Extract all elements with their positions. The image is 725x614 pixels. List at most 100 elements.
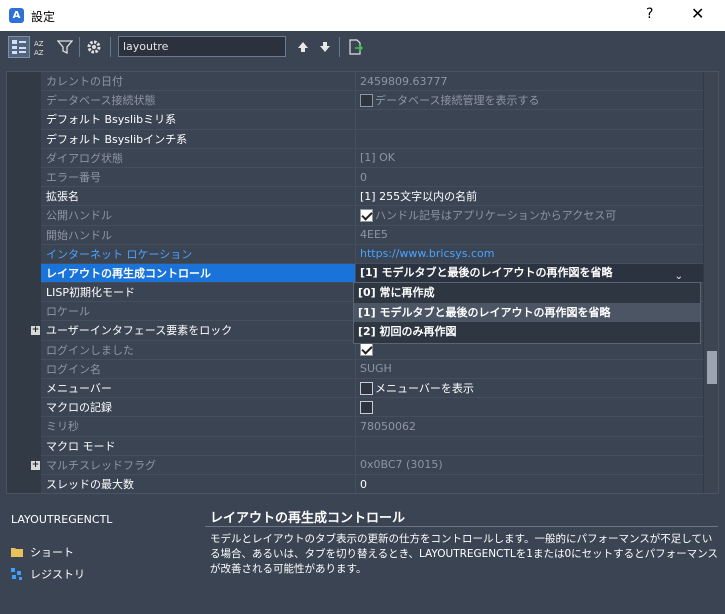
scrollbar-thumb[interactable] [707, 351, 717, 384]
property-value[interactable]: 0x0BC7 (3015) [355, 455, 703, 475]
property-row[interactable]: 公開ハンドル ハンドル記号はアプリケーションからアクセス可 [7, 206, 703, 226]
svg-text:AZ: AZ [34, 49, 44, 56]
property-name: ダイアログ状態 [41, 148, 355, 168]
row-gutter [7, 110, 41, 129]
property-name: マクロの記録 [41, 398, 355, 418]
property-value[interactable] [355, 398, 703, 418]
settings-button[interactable] [83, 36, 105, 58]
regen-mode-dropdown-list: [0] 常に再作成 [1] モデルタブと最後のレイアウトの再作図を省略 [2] 初回… [353, 282, 701, 344]
property-value-text: 2459809.63777 [360, 74, 448, 88]
search-prev-button[interactable] [292, 36, 314, 58]
expand-icon[interactable]: + [31, 460, 40, 470]
row-gutter [7, 245, 41, 264]
property-value[interactable]: メニューバーを表示 [355, 379, 703, 399]
property-name: ログインしました [41, 340, 355, 360]
property-value[interactable]: 78050062 [355, 417, 703, 437]
property-value[interactable] [355, 436, 703, 456]
property-value[interactable]: [1] モデルタブと最後のレイアウトの再作図を省略 ⌄ [355, 263, 703, 284]
property-name: 公開ハンドル [41, 206, 355, 226]
property-value[interactable] [355, 129, 703, 149]
property-row[interactable]: + マルチスレッドフラグ 0x0BC7 (3015) [7, 455, 703, 475]
row-gutter: + [7, 321, 41, 340]
export-document-icon [349, 39, 363, 55]
property-value[interactable]: 0 [355, 474, 703, 493]
search-input[interactable] [118, 36, 286, 57]
help-button[interactable]: ? [646, 6, 653, 22]
property-value[interactable]: SUGH [355, 359, 703, 379]
dropdown-option[interactable]: [0] 常に再作成 [354, 283, 700, 303]
toolbar: AZ AZ [0, 31, 725, 63]
checkbox[interactable] [360, 93, 373, 107]
property-value[interactable] [355, 110, 703, 130]
property-row[interactable]: エラー番号 0 [7, 167, 703, 188]
command-name: LAYOUTREGENCTL [11, 513, 113, 526]
property-row[interactable]: ログイン名 SUGH [7, 359, 703, 379]
property-value[interactable]: 0 [355, 167, 703, 188]
property-row[interactable]: デフォルト Bsyslibミリ系 [7, 110, 703, 130]
property-value[interactable]: [1] OK [355, 148, 703, 168]
title-bar: A 設定 ? ✕ [0, 0, 725, 31]
property-value-text: [1] OK [360, 151, 395, 165]
row-gutter [7, 206, 41, 225]
property-row[interactable]: 拡張名 [1] 255文字以内の名前 [7, 187, 703, 207]
property-row[interactable]: レイアウトの再生成コントロール [1] モデルタブと最後のレイアウトの再作図を省略… [7, 263, 703, 284]
description-title: レイアウトの再生成コントロール [210, 511, 406, 526]
property-row[interactable]: メニューバー メニューバーを表示 [7, 379, 703, 399]
export-button[interactable] [344, 36, 366, 58]
property-name: デフォルト Bsyslibインチ系 [41, 129, 355, 149]
alphabetic-sort-button[interactable]: AZ AZ [31, 36, 53, 58]
property-row[interactable]: 開始ハンドル 4EE5 [7, 225, 703, 245]
property-name: カレントの日付 [41, 72, 355, 92]
search-next-button[interactable] [314, 36, 336, 58]
folder-icon [11, 548, 23, 557]
checkbox[interactable] [360, 343, 373, 357]
property-value-text: 78050062 [360, 419, 416, 433]
vertical-scrollbar[interactable] [704, 72, 718, 493]
checkbox[interactable] [360, 400, 373, 414]
chevron-down-icon[interactable]: ⌄ [675, 267, 683, 282]
checkbox[interactable] [360, 381, 373, 395]
expand-icon[interactable]: + [31, 326, 40, 336]
property-name: ログイン名 [41, 359, 355, 379]
property-row[interactable]: カレントの日付 2459809.63777 [7, 72, 703, 92]
property-value[interactable]: 2459809.63777 [355, 72, 703, 92]
property-value[interactable]: データベース接続管理を表示する [355, 91, 703, 111]
row-gutter [7, 417, 41, 436]
property-row[interactable]: マクロの記録 [7, 398, 703, 418]
checkbox[interactable] [360, 208, 373, 222]
property-value[interactable]: [1] 255文字以内の名前 [355, 187, 703, 207]
shortcut-link[interactable]: ショート [10, 544, 74, 560]
property-row[interactable]: ダイアログ状態 [1] OK [7, 148, 703, 168]
property-name: エラー番号 [41, 167, 355, 188]
property-value-text: [1] 255文字以内の名前 [360, 189, 478, 203]
property-row[interactable]: ミリ秒 78050062 [7, 417, 703, 437]
property-value[interactable]: ハンドル記号はアプリケーションからアクセス可 [355, 206, 703, 226]
property-row[interactable]: データベース接続状態 データベース接続管理を表示する [7, 91, 703, 111]
property-row[interactable]: マクロ モード [7, 436, 703, 456]
property-row[interactable]: スレッドの最大数 0 [7, 474, 703, 493]
close-button[interactable]: ✕ [691, 4, 704, 23]
property-value[interactable]: https://www.bricsys.com [355, 244, 703, 264]
property-name: データベース接続状態 [41, 91, 355, 111]
row-gutter [7, 264, 41, 283]
registry-link[interactable]: レジストリ [10, 566, 85, 582]
property-name: レイアウトの再生成コントロール [41, 263, 355, 284]
categorized-view-button[interactable] [8, 36, 30, 58]
row-gutter [7, 341, 41, 360]
arrow-up-icon [298, 42, 308, 52]
dropdown-option[interactable]: [2] 初回のみ再作図 [354, 322, 700, 342]
property-value-text: https://www.bricsys.com [360, 247, 495, 261]
property-row[interactable]: インターネット ロケーション https://www.bricsys.com [7, 244, 703, 264]
row-gutter: + [7, 456, 41, 475]
row-gutter [7, 398, 41, 417]
property-name: インターネット ロケーション [41, 244, 355, 264]
dropdown-option[interactable]: [1] モデルタブと最後のレイアウトの再作図を省略 [354, 302, 700, 322]
property-name: スレッドの最大数 [41, 474, 355, 493]
row-gutter [7, 168, 41, 187]
property-name: 拡張名 [41, 187, 355, 207]
property-row[interactable]: デフォルト Bsyslibインチ系 [7, 129, 703, 149]
property-value[interactable]: 4EE5 [355, 225, 703, 245]
property-name: デフォルト Bsyslibミリ系 [41, 110, 355, 130]
filter-button[interactable] [54, 36, 76, 58]
property-name: メニューバー [41, 379, 355, 399]
